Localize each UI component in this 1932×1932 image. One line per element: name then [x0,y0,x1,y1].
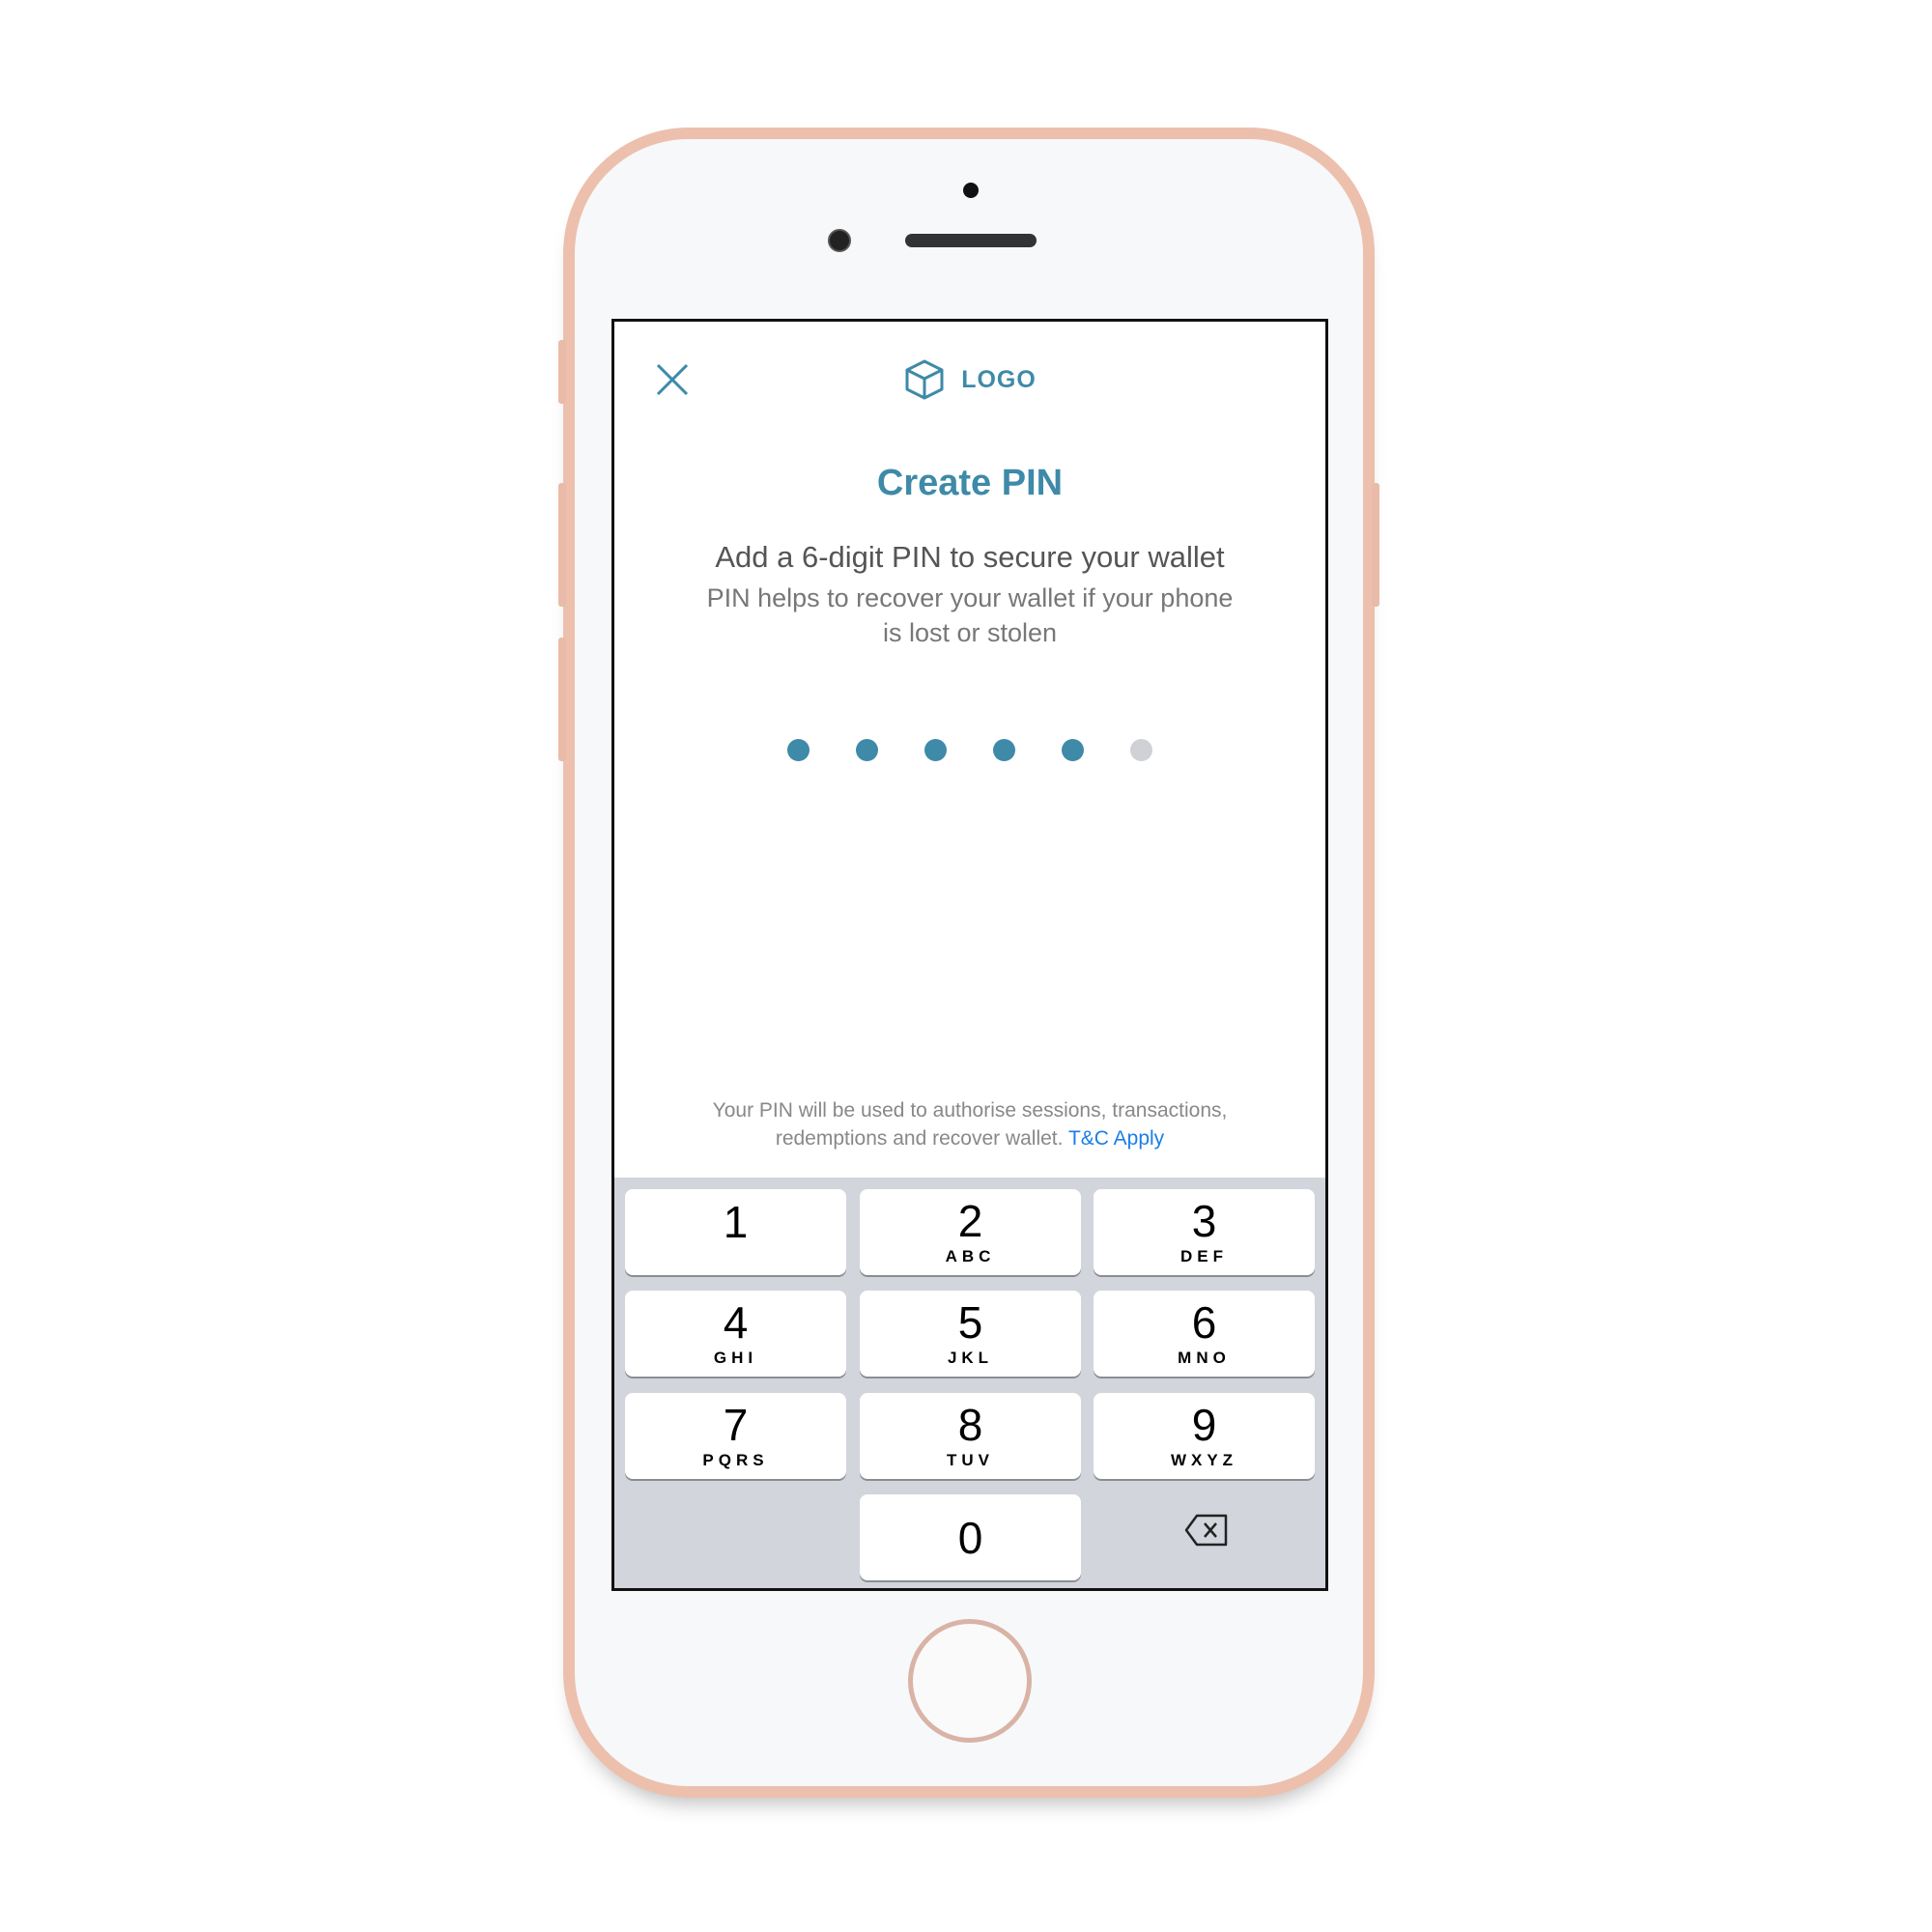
pin-dot-empty [1130,739,1152,761]
key-digit: 8 [957,1399,983,1450]
key-letters: MNO [1178,1348,1231,1367]
terms-link[interactable]: T&C Apply [1068,1127,1164,1150]
key-4[interactable]: 4 GHI [625,1291,846,1377]
key-digit: 2 [957,1195,983,1246]
volume-up-button [558,483,566,607]
key-8[interactable]: 8 TUV [860,1393,1081,1479]
key-9[interactable]: 9 WXYZ [1094,1393,1315,1479]
earpiece-speaker [905,234,1037,247]
page-title: Create PIN [876,463,1064,503]
key-digit: 9 [1191,1399,1217,1450]
key-digit: 4 [723,1296,749,1348]
logo-text: LOGO [961,365,1037,393]
key-digit: 1 [723,1196,749,1247]
key-digit: 5 [957,1296,983,1348]
pin-indicator [614,739,1325,761]
logo: LOGO [614,358,1325,401]
proximity-sensor [963,183,979,198]
key-letters: DEF [1180,1246,1228,1265]
pin-dot-filled [993,739,1015,761]
footer-note: Your PIN will be used to authorise sessi… [672,1096,1267,1152]
pin-dot-filled [856,739,878,761]
key-1[interactable]: 1 [625,1189,846,1275]
key-7[interactable]: 7 PQRS [625,1393,846,1479]
key-letters: ABC [945,1246,996,1265]
cube-icon [905,359,944,400]
page-heading: Add a 6-digit PIN to secure your wallet [715,540,1225,574]
key-digit: 0 [957,1512,983,1563]
mute-switch [558,340,566,404]
key-digit: 7 [723,1399,749,1450]
key-letters: GHI [713,1348,758,1367]
key-letters: JKL [947,1348,994,1367]
delete-key[interactable] [1095,1487,1317,1573]
key-letters: PQRS [702,1450,769,1469]
volume-down-button [558,638,566,761]
front-camera [828,229,851,252]
pin-dot-filled [787,739,810,761]
key-digit: 3 [1191,1195,1217,1246]
home-button[interactable] [908,1619,1032,1743]
key-letters: WXYZ [1170,1450,1238,1469]
power-button [1372,483,1379,607]
pin-dot-filled [924,739,947,761]
page-description: PIN helps to recover your wallet if your… [706,583,1234,647]
numeric-keypad: 1 2 ABC 3 DEF 4 GHI 5 JKL 6 MNO 7 PQRS 8 TUV 9 WXYZ 0 [614,1178,1325,1588]
key-0[interactable]: 0 [860,1494,1081,1580]
key-5[interactable]: 5 JKL [860,1291,1081,1377]
backspace-icon [1184,1514,1227,1546]
key-2[interactable]: 2 ABC [860,1189,1081,1275]
screen: LOGO Create PIN Add a 6-digit PIN to sec… [611,319,1328,1591]
pin-dot-filled [1062,739,1084,761]
key-digit: 6 [1191,1296,1217,1348]
key-3[interactable]: 3 DEF [1094,1189,1315,1275]
key-6[interactable]: 6 MNO [1094,1291,1315,1377]
key-letters: TUV [947,1450,994,1469]
